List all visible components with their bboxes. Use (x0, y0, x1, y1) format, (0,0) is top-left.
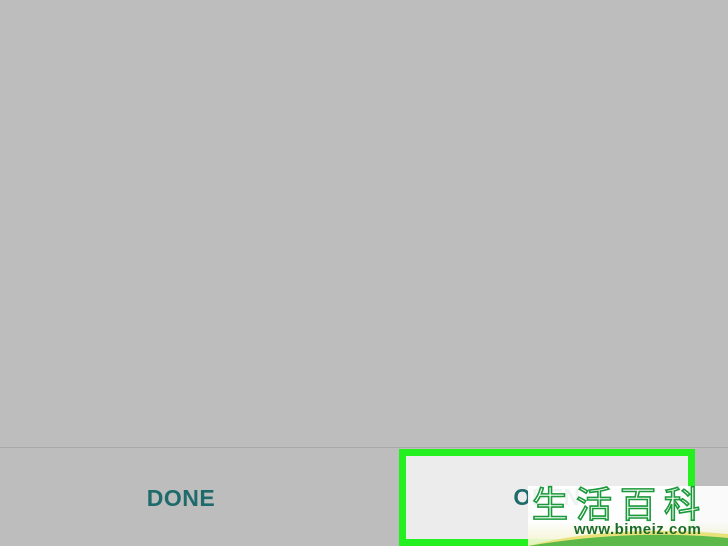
open-button[interactable]: OPEN (406, 456, 688, 539)
app-screen: DONE OPEN 生活百科 www.bimeiz.com (0, 0, 728, 546)
done-button[interactable]: DONE (92, 470, 270, 526)
content-area (0, 0, 728, 447)
